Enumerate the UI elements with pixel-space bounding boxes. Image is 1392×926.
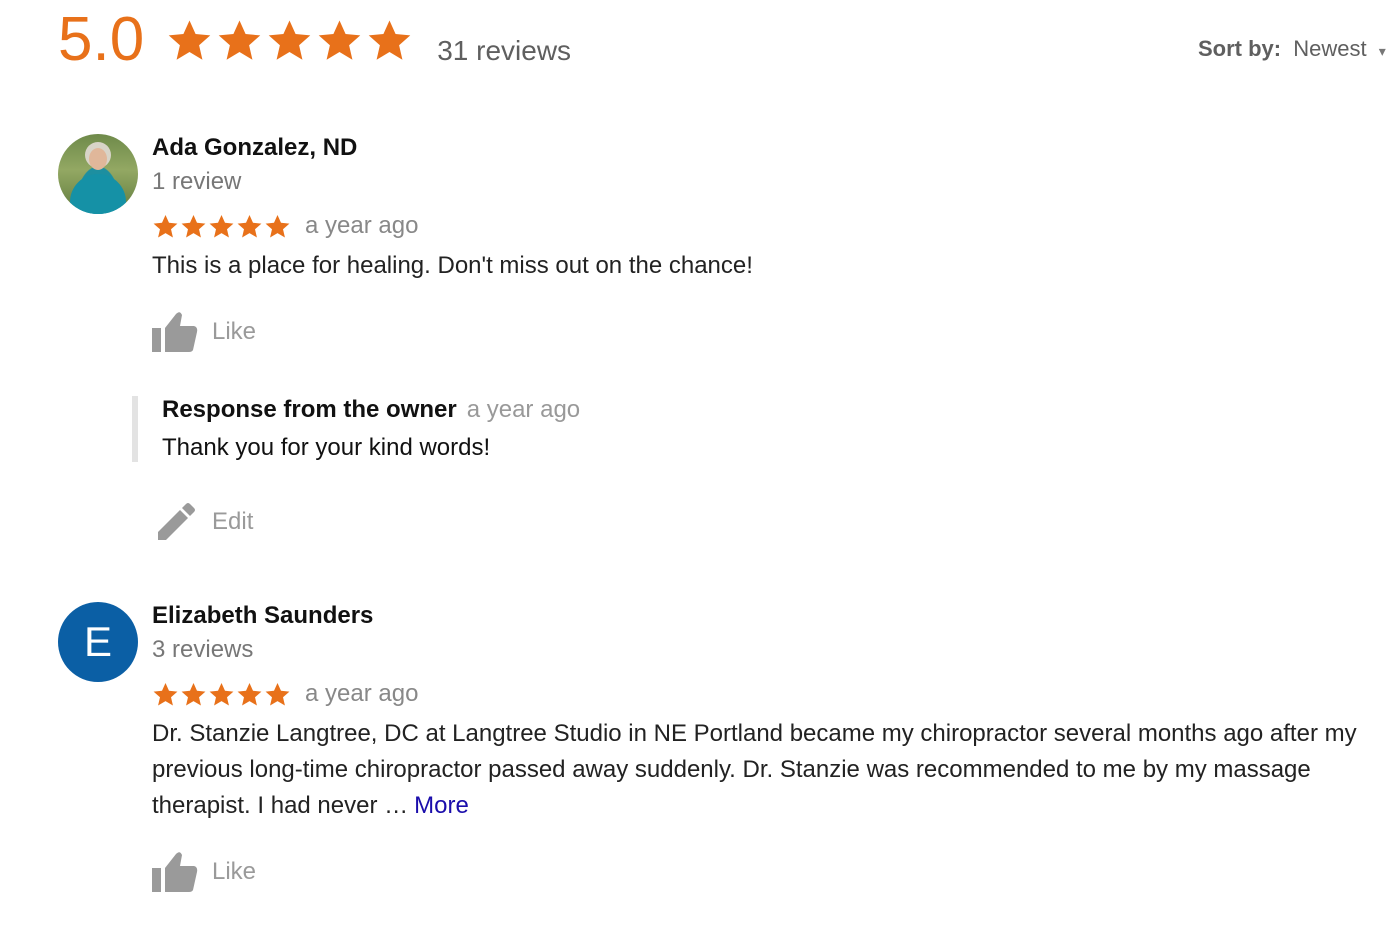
edit-label: Edit [212, 508, 254, 535]
star-icon [218, 20, 261, 60]
star-icon [153, 214, 178, 238]
star-icon [209, 214, 234, 238]
star-icon [237, 214, 262, 238]
reviewer-name[interactable]: Ada Gonzalez, ND [152, 134, 1372, 162]
thumbs-up-icon [152, 312, 198, 352]
review-content: Elizabeth Saunders 3 reviews a year ago … [152, 602, 1372, 894]
like-button[interactable]: Like [152, 310, 1372, 354]
avatar-face-shape [89, 148, 107, 170]
more-link[interactable]: More [414, 792, 469, 819]
star-icon [265, 214, 290, 238]
star-icon [168, 20, 211, 60]
star-icon [318, 20, 361, 60]
star-icon [181, 682, 206, 706]
review-rating-line: a year ago [152, 680, 1372, 708]
avatar[interactable] [58, 134, 138, 214]
review-text: This is a place for healing. Don't miss … [152, 252, 753, 279]
reviewer-name[interactable]: Elizabeth Saunders [152, 602, 1372, 630]
average-score: 5.0 [58, 5, 145, 74]
reviewer-review-count: 3 reviews [152, 636, 254, 663]
avatar-body-shape [70, 174, 126, 214]
star-icon [368, 20, 411, 60]
rating-summary: 5.0 31 reviews [58, 8, 571, 72]
review-stars [152, 681, 291, 708]
star-icon [265, 682, 290, 706]
like-label: Like [212, 318, 257, 345]
pencil-icon [158, 503, 195, 540]
owner-response-header: Response from the owner a year ago [162, 396, 1162, 424]
sort-value: Newest [1293, 36, 1367, 61]
summary-stars [166, 17, 413, 64]
owner-response-time: a year ago [466, 396, 581, 423]
review-text: Dr. Stanzie Langtree, DC at Langtree Stu… [152, 716, 1372, 824]
star-icon [268, 20, 311, 60]
review-rating-line: a year ago [152, 212, 1372, 240]
owner-response-title: Response from the owner [162, 396, 457, 423]
review-time: a year ago [305, 680, 419, 707]
edit-response-button[interactable]: Edit [152, 500, 253, 544]
like-button[interactable]: Like [152, 850, 1372, 894]
avatar-letter: E [83, 618, 112, 665]
total-review-count: 31 reviews [437, 35, 572, 66]
review-time: a year ago [305, 212, 419, 239]
review-text-body: Dr. Stanzie Langtree, DC at Langtree Stu… [152, 720, 1357, 819]
chevron-down-icon: ▾ [1378, 43, 1386, 59]
owner-response: Response from the owner a year ago Thank… [132, 396, 1162, 462]
thumbs-up-icon [152, 852, 198, 892]
star-icon [181, 214, 206, 238]
star-icon [237, 682, 262, 706]
like-label: Like [212, 858, 257, 885]
sort-label: Sort by: [1198, 36, 1282, 61]
owner-response-text: Thank you for your kind words! [162, 434, 491, 461]
review-content: Ada Gonzalez, ND 1 review a year ago Thi… [152, 134, 1372, 354]
reviewer-review-count: 1 review [152, 168, 242, 195]
star-icon [209, 682, 234, 706]
reviews-panel: 5.0 31 reviews Sort by: Newest ▾ Ada Gon… [0, 0, 1392, 926]
star-icon [153, 682, 178, 706]
review-stars [152, 213, 291, 240]
sort-dropdown[interactable]: Sort by: Newest ▾ [1198, 36, 1392, 62]
avatar[interactable]: E [58, 602, 138, 682]
